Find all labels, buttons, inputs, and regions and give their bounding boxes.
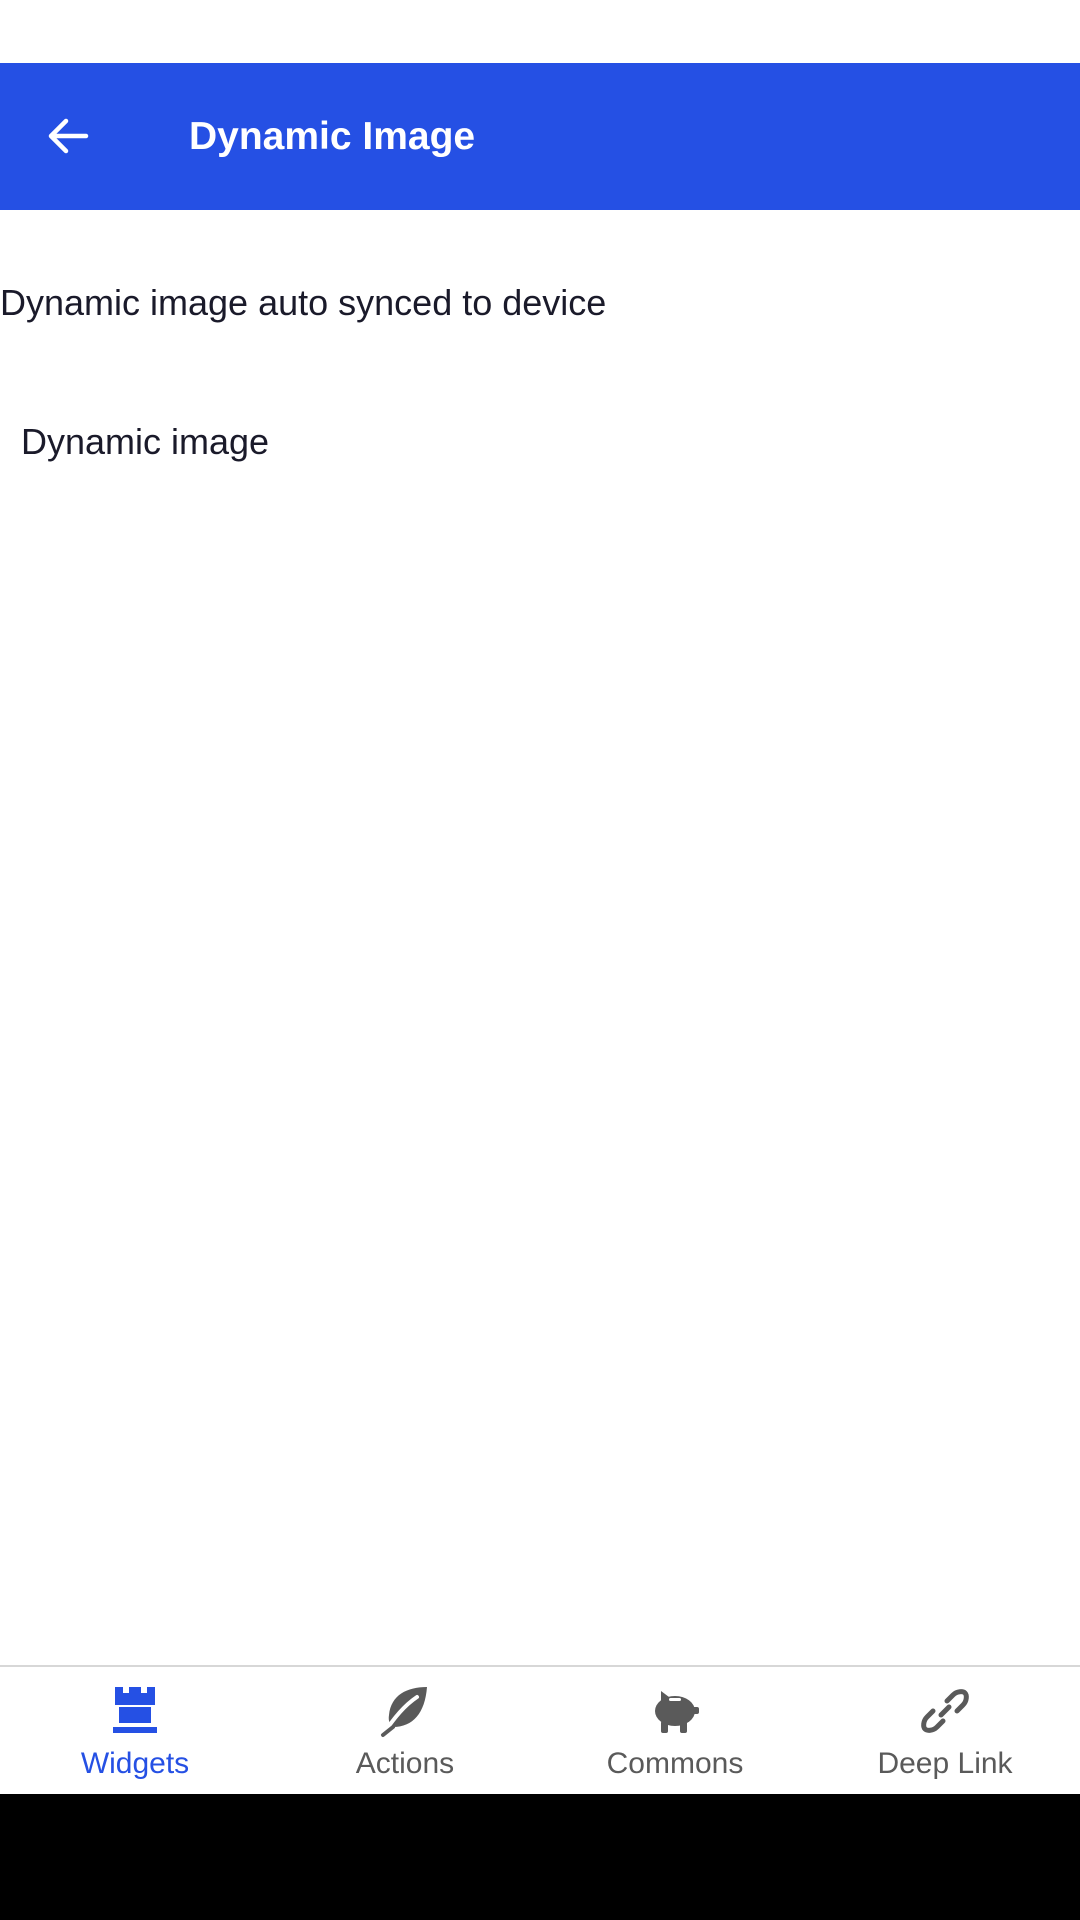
nav-item-deep-link[interactable]: Deep Link: [810, 1667, 1080, 1796]
page-title: Dynamic Image: [189, 115, 476, 158]
main-content: Dynamic image auto synced to device Dyna…: [0, 210, 1080, 1665]
nav-item-commons[interactable]: Commons: [540, 1667, 810, 1796]
link-icon: [915, 1681, 975, 1741]
description-text: Dynamic image auto synced to device: [0, 282, 607, 323]
leaf-icon: [375, 1681, 435, 1741]
nav-label-widgets: Widgets: [80, 1747, 190, 1780]
chess-rook-icon: [105, 1681, 165, 1741]
nav-label-commons: Commons: [606, 1747, 744, 1780]
dynamic-image-label: Dynamic image: [21, 421, 270, 462]
status-bar: [0, 0, 1080, 63]
bottom-navigation: Widgets Actions Commons Deep Link: [0, 1665, 1080, 1796]
app-screen: Dynamic Image Dynamic image auto synced …: [0, 0, 1080, 1920]
system-navigation-bar: [0, 1794, 1080, 1920]
arrow-left-icon: [48, 118, 89, 154]
back-button[interactable]: [28, 103, 108, 169]
nav-item-widgets[interactable]: Widgets: [0, 1667, 270, 1796]
nav-label-deep-link: Deep Link: [877, 1747, 1013, 1780]
piggy-bank-icon: [645, 1681, 705, 1741]
nav-label-actions: Actions: [355, 1747, 455, 1780]
app-bar: Dynamic Image: [0, 63, 1080, 210]
nav-item-actions[interactable]: Actions: [270, 1667, 540, 1796]
